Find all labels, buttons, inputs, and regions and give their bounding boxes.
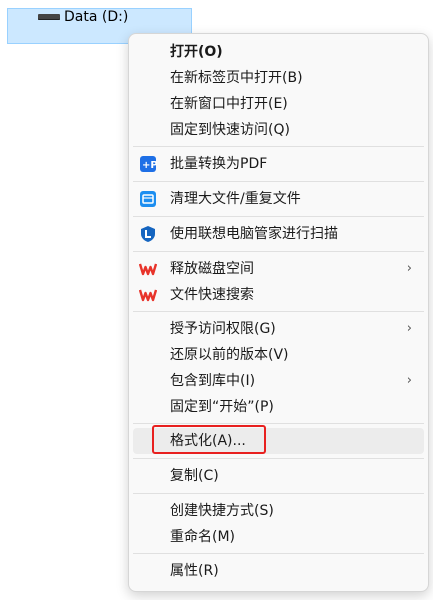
menu-item-open-new-tab[interactable]: 在新标签页中打开(B) [133, 65, 424, 91]
menu-separator [133, 493, 424, 494]
menu-item-label: 在新窗口中打开(E) [170, 96, 288, 112]
menu-separator [133, 423, 424, 424]
chevron-right-icon: › [406, 261, 412, 276]
menu-item-label: 包含到库中(I) [170, 373, 256, 389]
menu-separator [133, 553, 424, 554]
menu-item-label: 重命名(M) [170, 529, 236, 545]
menu-item-create-shortcut[interactable]: 创建快捷方式(S) [133, 498, 424, 524]
menu-item-label: 清理大文件/重复文件 [170, 191, 301, 207]
context-menu: 打开(O) 在新标签页中打开(B) 在新窗口中打开(E) 固定到快速访问(Q) … [128, 33, 429, 592]
menu-item-pin-start[interactable]: 固定到“开始”(P) [133, 394, 424, 420]
drive-icon [38, 14, 60, 20]
menu-separator [133, 311, 424, 312]
menu-item-lenovo-scan[interactable]: 使用联想电脑管家进行扫描 [133, 221, 424, 247]
menu-item-label: 固定到“开始”(P) [170, 399, 274, 415]
chevron-right-icon: › [406, 321, 412, 336]
explorer-canvas: Data (D:) 打开(O) 在新标签页中打开(B) 在新窗口中打开(E) 固… [0, 0, 433, 600]
menu-item-label: 授予访问权限(G) [170, 321, 276, 337]
wps-icon [138, 286, 158, 304]
svg-text:+P: +P [142, 160, 157, 171]
menu-item-copy[interactable]: 复制(C) [133, 463, 424, 489]
menu-item-label: 在新标签页中打开(B) [170, 70, 303, 86]
pdf-convert-icon: +P [139, 155, 158, 173]
cleanup-icon [139, 190, 157, 208]
menu-item-properties[interactable]: 属性(R) [133, 558, 424, 584]
menu-item-batch-pdf[interactable]: +P 批量转换为PDF [133, 151, 424, 177]
menu-separator [133, 181, 424, 182]
menu-item-label: 使用联想电脑管家进行扫描 [170, 226, 338, 242]
menu-item-pin-quick-access[interactable]: 固定到快速访问(Q) [133, 117, 424, 143]
chevron-right-icon: › [406, 373, 412, 388]
menu-item-label: 文件快速搜索 [170, 287, 254, 303]
drive-label: Data (D:) [64, 9, 129, 25]
menu-item-free-space[interactable]: 释放磁盘空间 › [133, 256, 424, 282]
menu-item-grant-access[interactable]: 授予访问权限(G) › [133, 316, 424, 342]
menu-item-open[interactable]: 打开(O) [133, 39, 424, 65]
menu-item-label: 释放磁盘空间 [170, 261, 254, 277]
menu-item-rename[interactable]: 重命名(M) [133, 524, 424, 550]
menu-separator [133, 216, 424, 217]
menu-item-restore-versions[interactable]: 还原以前的版本(V) [133, 342, 424, 368]
menu-separator [133, 146, 424, 147]
menu-item-label: 还原以前的版本(V) [170, 347, 289, 363]
menu-separator [133, 458, 424, 459]
menu-item-open-new-window[interactable]: 在新窗口中打开(E) [133, 91, 424, 117]
menu-item-include-library[interactable]: 包含到库中(I) › [133, 368, 424, 394]
wps-icon [138, 260, 158, 278]
format-highlight-box [152, 425, 266, 454]
menu-item-label: 复制(C) [170, 468, 219, 484]
menu-item-label: 创建快捷方式(S) [170, 503, 274, 519]
lenovo-shield-icon [139, 225, 157, 243]
menu-item-clean-files[interactable]: 清理大文件/重复文件 [133, 186, 424, 212]
menu-separator [133, 251, 424, 252]
menu-item-label: 打开(O) [170, 44, 223, 60]
menu-item-label: 属性(R) [170, 563, 219, 579]
menu-item-quick-search[interactable]: 文件快速搜索 [133, 282, 424, 308]
menu-item-label: 固定到快速访问(Q) [170, 122, 290, 138]
menu-item-label: 批量转换为PDF [170, 156, 268, 172]
